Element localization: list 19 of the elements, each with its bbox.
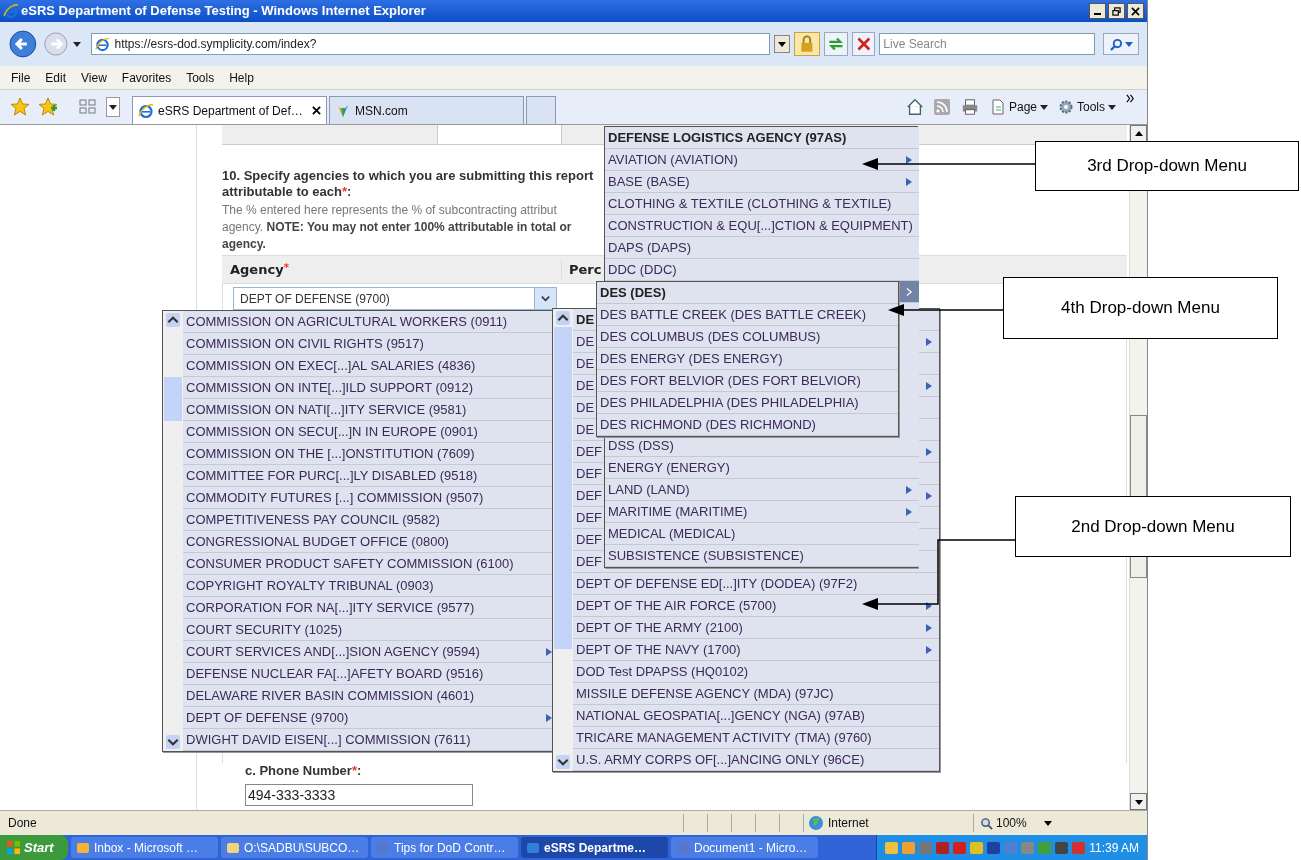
status-text: Done [7,815,38,832]
callout-tooltip: 4th Drop-down Menu [1003,277,1278,339]
url-text: https://esrs-dod.symplicity.com/index? [114,36,317,53]
question-text: attributable to each*: [222,184,352,200]
tab-label: MSN.com [355,102,409,120]
question-text: 10. Specify agencies to which you are submitting this report [222,168,594,184]
field-label: c. Phone Number*: [244,763,363,779]
select-value: DEPT OF DEFENSE (9700) [239,290,391,308]
help-text: The % entered here represents the % of subcontracting attribut [222,202,557,219]
callout-tooltip: 3rd Drop-down Menu [1035,141,1299,191]
column-header: Agency* [222,259,562,280]
zone-text: Internet [828,815,869,832]
tab-label: eSRS Department of Def… [158,102,304,120]
help-text: agency. NOTE: You may not enter 100% attributable in total or [222,219,572,236]
help-text: agency. [222,236,266,253]
column-header: Perc [568,260,602,279]
callout-tooltip: 2nd Drop-down Menu [1015,496,1291,557]
window-title: eSRS Department of Defense Testing - Windows Internet Explorer [21,2,427,21]
clock-text: 11:39 AM [1089,839,1139,857]
